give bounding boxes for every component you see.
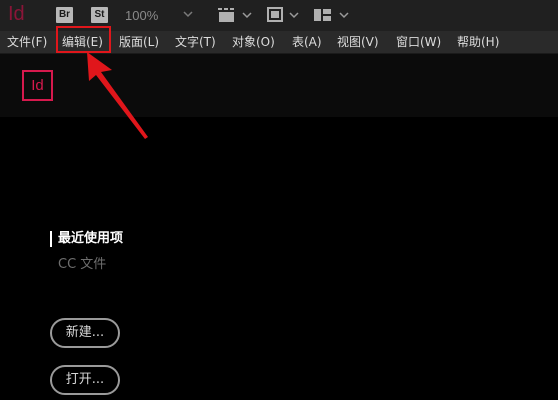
- app-window: Id Br St 100% 文件(F) 编辑(E) 版面(L) 文字(T) 对象…: [0, 0, 558, 400]
- arrange-documents-icon[interactable]: [313, 7, 351, 23]
- menu-view[interactable]: 视图(V): [337, 31, 379, 53]
- recent-selected-indicator: [50, 231, 52, 247]
- indesign-logo: Id: [8, 3, 25, 25]
- new-button[interactable]: 新建...: [50, 318, 120, 348]
- zoom-level[interactable]: 100%: [125, 8, 158, 24]
- menu-help[interactable]: 帮助(H): [457, 31, 499, 53]
- bridge-button[interactable]: Br: [56, 7, 73, 23]
- annotation-highlight-box: [56, 26, 111, 53]
- view-options-icon[interactable]: [266, 7, 302, 23]
- chevron-down-icon[interactable]: [183, 9, 193, 19]
- menu-object[interactable]: 对象(O): [232, 31, 275, 53]
- indesign-logo-badge: Id: [22, 70, 53, 101]
- menu-layout[interactable]: 版面(L): [119, 31, 159, 53]
- menu-type[interactable]: 文字(T): [175, 31, 216, 53]
- menu-window[interactable]: 窗口(W): [396, 31, 441, 53]
- open-button[interactable]: 打开...: [50, 365, 120, 395]
- stock-button[interactable]: St: [91, 7, 108, 23]
- screen-mode-icon[interactable]: [217, 7, 253, 23]
- cc-files-tab[interactable]: CC 文件: [58, 256, 106, 274]
- recent-items-tab[interactable]: 最近使用项: [58, 230, 123, 248]
- menu-file[interactable]: 文件(F): [7, 31, 47, 53]
- start-header: Id: [0, 54, 558, 117]
- menu-table[interactable]: 表(A): [292, 31, 322, 53]
